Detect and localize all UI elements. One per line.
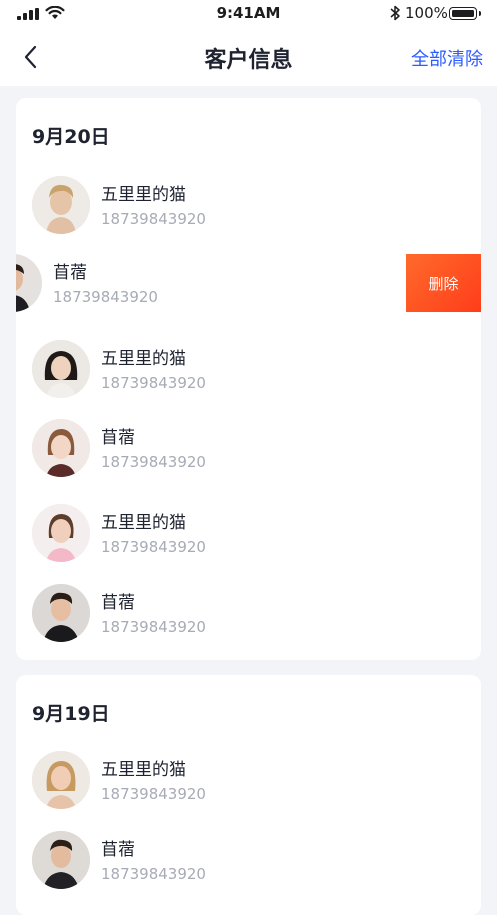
- bluetooth-icon: [390, 5, 400, 21]
- customer-row[interactable]: 五里里的猫 18739843920: [16, 745, 481, 815]
- avatar: [32, 176, 90, 234]
- customer-phone: 18739843920: [101, 210, 206, 228]
- customer-row[interactable]: 苜蓿 18739843920: [16, 413, 481, 483]
- delete-button[interactable]: 删除: [406, 254, 481, 312]
- customer-phone: 18739843920: [101, 453, 206, 471]
- status-bar: 9:41AM 100%: [0, 0, 497, 28]
- customer-group-card: 9月20日 五里里的猫 18739843920 苜蓿 18739843920 删…: [16, 98, 481, 660]
- avatar: [32, 340, 90, 398]
- group-date: 9月19日: [32, 703, 110, 725]
- battery-icon: [449, 7, 481, 20]
- avatar: [32, 419, 90, 477]
- customer-name: 苜蓿: [101, 593, 135, 613]
- avatar: [16, 254, 42, 312]
- avatar: [32, 831, 90, 889]
- customer-row[interactable]: 五里里的猫 18739843920: [16, 170, 481, 240]
- customer-row[interactable]: 苜蓿 18739843920: [16, 825, 481, 895]
- avatar: [32, 584, 90, 642]
- customer-row[interactable]: 苜蓿 18739843920: [16, 578, 481, 648]
- customer-row[interactable]: 五里里的猫 18739843920: [16, 334, 481, 404]
- customer-phone: 18739843920: [101, 618, 206, 636]
- avatar: [32, 504, 90, 562]
- customer-name: 苜蓿: [101, 840, 135, 860]
- customer-phone: 18739843920: [53, 288, 158, 306]
- clear-all-button[interactable]: 全部清除: [411, 45, 483, 71]
- customer-row-swiped[interactable]: 苜蓿 18739843920 删除: [16, 254, 481, 324]
- customer-phone: 18739843920: [101, 865, 206, 883]
- customer-name: 苜蓿: [101, 428, 135, 448]
- customer-name: 五里里的猫: [101, 760, 186, 780]
- customer-name: 五里里的猫: [101, 513, 186, 533]
- customer-phone: 18739843920: [101, 785, 206, 803]
- customer-row[interactable]: 五里里的猫 18739843920: [16, 498, 481, 568]
- battery-percentage: 100%: [405, 4, 448, 22]
- group-date: 9月20日: [32, 126, 110, 148]
- avatar: [32, 751, 90, 809]
- customer-phone: 18739843920: [101, 538, 206, 556]
- customer-name: 五里里的猫: [101, 349, 186, 369]
- customer-name: 五里里的猫: [101, 185, 186, 205]
- customer-name: 苜蓿: [53, 263, 87, 283]
- navigation-bar: 客户信息 全部清除: [0, 28, 497, 86]
- back-chevron-icon[interactable]: [18, 42, 44, 72]
- customer-phone: 18739843920: [101, 374, 206, 392]
- customer-group-card: 9月19日 五里里的猫 18739843920 苜蓿 18739843920: [16, 675, 481, 915]
